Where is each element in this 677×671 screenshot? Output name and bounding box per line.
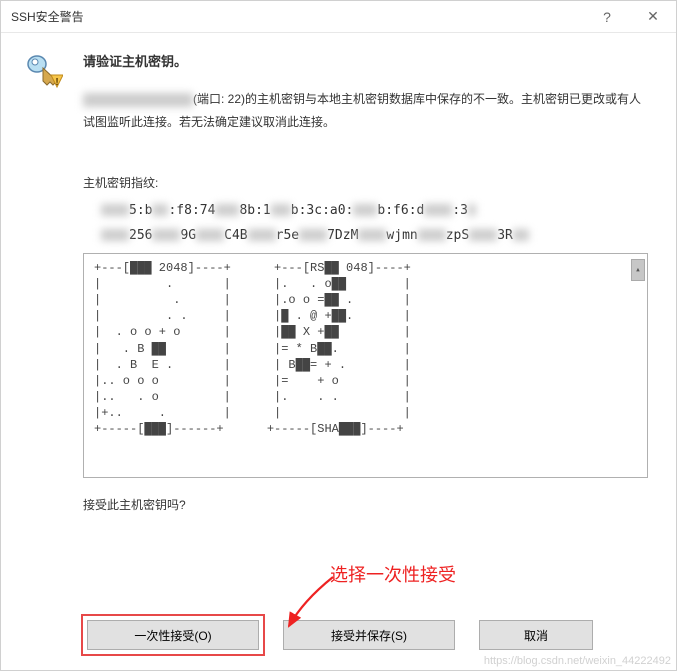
cancel-button[interactable]: 取消 xyxy=(479,620,593,650)
accept-save-button[interactable]: 接受并保存(S) xyxy=(283,620,455,650)
fingerprint-sha256: xx256xx9GxxC4Bxxr5exx7DzMxxwjmnxxzpSxx3R… xyxy=(101,228,648,243)
key-warning-icon: ! xyxy=(23,51,63,91)
scroll-up-icon[interactable]: ▴ xyxy=(631,259,645,281)
titlebar: SSH安全警告 ? ✕ xyxy=(1,1,676,33)
dialog-window: SSH安全警告 ? ✕ ! 请验证主机密钥。 x(端口: 22)的主机密钥与本地… xyxy=(0,0,677,671)
help-button[interactable]: ? xyxy=(584,1,630,33)
randomart-box: +---[███ 2048]----+ +---[RS██ 048]----+ … xyxy=(83,253,648,478)
host-ip-masked: x xyxy=(83,93,193,107)
close-button[interactable]: ✕ xyxy=(630,1,676,33)
icon-column: ! xyxy=(23,51,67,604)
fingerprint-md5: xx5:bx:f8:74xx8b:1xb:3c:a0:xxb:f6:dxx:3x xyxy=(101,203,648,218)
watermark: https://blog.csdn.net/weixin_44222492 xyxy=(484,655,671,667)
warning-message: x(端口: 22)的主机密钥与本地主机密钥数据库中保存的不一致。主机密钥已更改或… xyxy=(83,88,648,134)
confirm-question: 接受此主机密钥吗? xyxy=(83,496,648,513)
fingerprint-label: 主机密钥指纹: xyxy=(83,174,648,191)
accept-once-button[interactable]: 一次性接受(O) xyxy=(87,620,259,650)
window-title: SSH安全警告 xyxy=(11,8,584,25)
svg-text:!: ! xyxy=(55,77,58,88)
randomart-text: +---[███ 2048]----+ +---[RS██ 048]----+ … xyxy=(94,261,411,437)
dialog-content: ! 请验证主机密钥。 x(端口: 22)的主机密钥与本地主机密钥数据库中保存的不… xyxy=(1,33,676,604)
text-column: 请验证主机密钥。 x(端口: 22)的主机密钥与本地主机密钥数据库中保存的不一致… xyxy=(83,51,648,604)
dialog-heading: 请验证主机密钥。 xyxy=(83,51,648,70)
